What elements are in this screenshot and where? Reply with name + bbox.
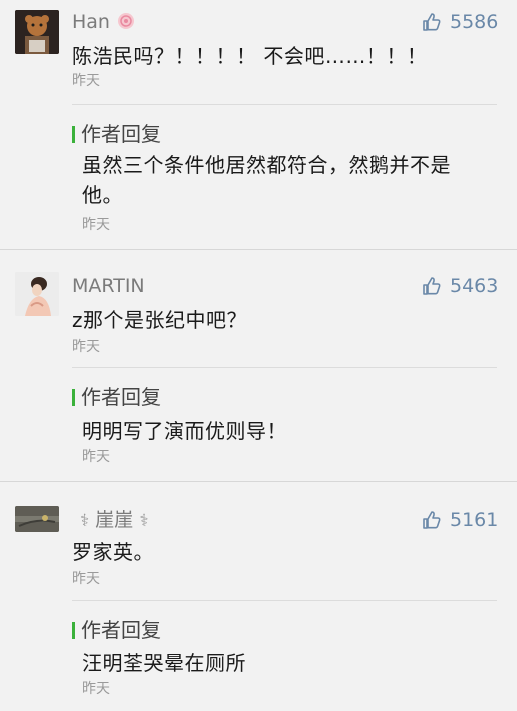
reply-accent-bar <box>72 126 75 143</box>
comment-text: z那个是张纪中吧？ <box>72 308 247 332</box>
reply-time: 昨天 <box>82 449 110 465</box>
author-reply-label: 作者回复 <box>72 385 161 409</box>
like-count: 5161 <box>450 509 499 531</box>
comment-text: 陈浩民吗？！！！！ 不会吧……！！！ <box>72 44 428 68</box>
reply-time: 昨天 <box>82 217 110 233</box>
like-button[interactable]: 5586 <box>422 10 502 34</box>
caduceus-icon: ⚕ <box>139 511 149 531</box>
thumbs-up-icon <box>423 511 441 529</box>
section-separator <box>0 249 517 250</box>
comment-time: 昨天 <box>72 571 100 587</box>
author-reply-label: 作者回复 <box>72 122 161 146</box>
divider <box>72 104 497 105</box>
reply-text: 虽然三个条件他居然都符合，然鹅并不是 他。 <box>82 153 451 207</box>
avatar[interactable] <box>15 506 59 532</box>
reply-accent-bar <box>72 622 75 639</box>
caduceus-icon: ⚕ <box>80 511 90 531</box>
avatar[interactable] <box>15 272 59 316</box>
reply-text: 汪明荃哭晕在厕所 <box>82 651 246 675</box>
divider <box>72 367 497 368</box>
like-button[interactable]: 5463 <box>422 274 502 298</box>
reply-time: 昨天 <box>82 681 110 697</box>
like-count: 5586 <box>450 11 499 33</box>
avatar[interactable] <box>15 10 59 54</box>
thumbs-up-icon <box>423 277 441 295</box>
flower-emoji-icon <box>118 13 135 29</box>
thumbs-up-icon <box>423 13 441 31</box>
divider <box>72 600 497 601</box>
reply-accent-bar <box>72 389 75 406</box>
username[interactable]: Han <box>72 10 136 34</box>
comment-time: 昨天 <box>72 339 100 355</box>
comment-time: 昨天 <box>72 73 100 89</box>
comment-text: 罗家英。 <box>72 540 154 564</box>
username[interactable]: MARTIN <box>72 274 145 298</box>
like-button[interactable]: 5161 <box>422 508 502 532</box>
like-count: 5463 <box>450 275 499 297</box>
section-separator <box>0 481 517 482</box>
reply-text: 明明写了演而优则导！ <box>82 419 287 443</box>
author-reply-label: 作者回复 <box>72 618 161 642</box>
username[interactable]: ⚕ 崖崖 ⚕ <box>80 508 149 533</box>
